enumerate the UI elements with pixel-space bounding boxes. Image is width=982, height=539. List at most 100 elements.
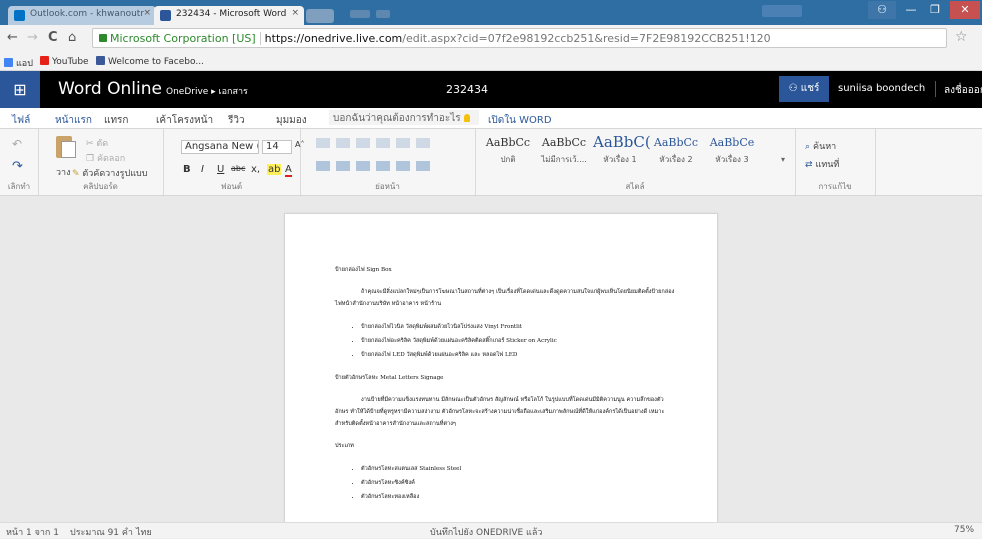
- style-heading-3[interactable]: AaBbCe หัวเรื่อง 3: [705, 136, 759, 166]
- italic-button[interactable]: I: [201, 164, 204, 175]
- certificate-owner[interactable]: Microsoft Corporation [US]: [110, 32, 261, 45]
- numbering-icon[interactable]: [336, 138, 350, 148]
- font-name-dropdown[interactable]: Angsana New (·: [181, 140, 259, 154]
- format-painter-button[interactable]: ✎ ตัวคัดวางรูปแบบ: [72, 166, 147, 180]
- style-normal[interactable]: AaBbCc ปกติ: [481, 136, 535, 166]
- style-heading-2[interactable]: AaBbCc หัวเรื่อง 2: [649, 136, 703, 166]
- group-label: สไตล์: [625, 182, 645, 191]
- tab-review[interactable]: รีวิว: [228, 113, 245, 128]
- lock-icon: [99, 34, 107, 42]
- redo-icon[interactable]: ↷: [12, 159, 23, 174]
- tell-me-search[interactable]: บอกฉันว่าคุณต้องการทำอะไร: [329, 110, 479, 125]
- close-window-button[interactable]: ✕: [950, 1, 980, 19]
- list-item: ป้ายกล่องไฟไวนิล วัสดุพิมพ์ผสมด้วยไวนิลโ…: [361, 320, 675, 334]
- copy-button[interactable]: ❐ คัดลอก: [86, 151, 125, 165]
- maximize-button[interactable]: ❐: [924, 1, 946, 19]
- bookmark-facebook[interactable]: Welcome to Facebo...: [96, 56, 204, 67]
- find-button[interactable]: ⌕ ค้นหา: [805, 139, 836, 153]
- bookmark-youtube[interactable]: YouTube: [40, 56, 89, 67]
- zoom-level[interactable]: 75%: [954, 525, 974, 535]
- ltr-icon[interactable]: [396, 138, 410, 148]
- minimize-button[interactable]: —: [900, 1, 922, 19]
- list-item: ตัวอักษรโลหะซิงค์ซิงค์: [361, 476, 675, 490]
- document-title[interactable]: 232434: [446, 83, 488, 96]
- line-spacing-icon[interactable]: [396, 161, 410, 171]
- paste-button[interactable]: วาง: [56, 165, 71, 179]
- blurred-tab: [376, 10, 390, 18]
- tab-title: Outlook.com - khwanoutr: [30, 9, 145, 19]
- increase-indent-icon[interactable]: [376, 138, 390, 148]
- new-tab-button[interactable]: [306, 9, 334, 23]
- justify-icon[interactable]: [376, 161, 390, 171]
- browser-tab-outlook[interactable]: Outlook.com - khwanoutr ×: [8, 6, 156, 25]
- doc-heading: ป้ายกล่องไฟ Sign Box: [335, 267, 392, 273]
- share-button[interactable]: ⚇ แชร์: [779, 76, 829, 102]
- replace-icon: ⇄: [805, 160, 813, 170]
- word-favicon-icon: [160, 10, 171, 21]
- tab-insert[interactable]: แทรก: [104, 113, 128, 128]
- style-heading-1[interactable]: AaBbC( หัวเรื่อง 1: [593, 133, 651, 166]
- tab-layout[interactable]: เค้าโครงหน้า: [156, 113, 213, 128]
- replace-button[interactable]: ⇄ แทนที่: [805, 157, 839, 171]
- style-name: หัวเรื่อง 3: [715, 155, 749, 164]
- app-launcher-icon[interactable]: ⊞: [0, 71, 40, 108]
- document-body[interactable]: ป้ายกล่องไฟ Sign Box ถ้าคุณจะมีสิ่งแปลกใ…: [335, 264, 675, 514]
- youtube-icon: [40, 56, 49, 65]
- styles-more-icon[interactable]: ▾: [781, 155, 785, 164]
- reload-icon[interactable]: C: [48, 30, 58, 45]
- back-icon[interactable]: ←: [7, 30, 18, 45]
- style-name: หัวเรื่อง 2: [659, 155, 693, 164]
- align-left-icon[interactable]: [316, 161, 330, 171]
- undo-icon[interactable]: ↶: [12, 137, 22, 151]
- bookmark-star-icon[interactable]: ☆: [955, 29, 968, 45]
- close-tab-icon[interactable]: ×: [143, 8, 151, 18]
- underline-button[interactable]: U: [217, 164, 224, 175]
- app-name[interactable]: Word Online: [58, 79, 162, 99]
- clipboard-group: วาง ✂ ตัด ❐ คัดลอก ✎ ตัวคัดวางรูปแบบ คลิ…: [38, 129, 164, 195]
- format-painter-label: ตัวคัดวางรูปแบบ: [82, 169, 148, 179]
- cut-button[interactable]: ✂ ตัด: [86, 136, 108, 150]
- style-name: ไม่มีการเว้....: [541, 155, 587, 164]
- subscript-button[interactable]: x,: [251, 164, 260, 175]
- sign-out-link[interactable]: ลงชื่อออก: [944, 83, 982, 98]
- open-in-word-button[interactable]: เปิดใน WORD: [488, 113, 552, 128]
- align-right-icon[interactable]: [356, 161, 370, 171]
- browser-tab-word[interactable]: 232434 - Microsoft Word ×: [154, 6, 304, 25]
- forward-icon[interactable]: →: [27, 30, 38, 45]
- tab-view[interactable]: มุมมอง: [276, 113, 307, 128]
- profile-name-blurred: [762, 5, 802, 17]
- tab-file[interactable]: ไฟล์: [12, 113, 30, 128]
- group-label: ฟอนต์: [220, 182, 243, 191]
- font-size-dropdown[interactable]: 14: [262, 140, 292, 154]
- brush-icon: ✎: [72, 169, 83, 179]
- copy-icon: ❐: [86, 154, 97, 164]
- font-color-button[interactable]: A: [285, 164, 292, 177]
- bookmark-apps[interactable]: แอป: [4, 56, 33, 70]
- user-name[interactable]: suniisa boondech: [838, 83, 925, 94]
- bold-button[interactable]: B: [183, 164, 191, 175]
- style-name: หัวเรื่อง 1: [603, 155, 637, 164]
- align-center-icon[interactable]: [336, 161, 350, 171]
- paste-icon[interactable]: [56, 136, 76, 158]
- style-no-spacing[interactable]: AaBbCc ไม่มีการเว้....: [537, 136, 591, 166]
- paragraph-options-icon[interactable]: [416, 161, 430, 171]
- home-icon[interactable]: ⌂: [68, 30, 76, 45]
- document-page[interactable]: ป้ายกล่องไฟ Sign Box ถ้าคุณจะมีสิ่งแปลกใ…: [284, 213, 718, 530]
- close-tab-icon[interactable]: ×: [291, 8, 299, 18]
- user-icon[interactable]: ⚇: [868, 1, 896, 19]
- doc-heading: ป้ายตัวอักษรโลหะ Metal Letters Signage: [335, 375, 444, 381]
- breadcrumb[interactable]: OneDrive ▸ เอกสาร: [166, 84, 248, 98]
- list-item: ป้ายกล่องไฟอะคริลิค วัสดุพิมพ์ด้วยแผ่นอะ…: [361, 334, 675, 348]
- highlight-button[interactable]: ab: [267, 164, 282, 175]
- document-canvas[interactable]: ป้ายกล่องไฟ Sign Box ถ้าคุณจะมีสิ่งแปลกใ…: [0, 196, 982, 530]
- copy-label: คัดลอก: [96, 154, 126, 164]
- status-bar: หน้า 1 จาก 1 ประมาณ 91 คำ ไทย บันทึกไปยั…: [0, 522, 982, 538]
- word-app-bar: ⊞ Word Online OneDrive ▸ เอกสาร 232434 ⚇…: [0, 71, 982, 108]
- blurred-tab: [350, 10, 370, 18]
- strikethrough-button[interactable]: abc: [231, 164, 245, 173]
- bullets-icon[interactable]: [316, 138, 330, 148]
- decrease-indent-icon[interactable]: [356, 138, 370, 148]
- url-input[interactable]: Microsoft Corporation [US] https://onedri…: [92, 28, 947, 48]
- rtl-icon[interactable]: [416, 138, 430, 148]
- apps-grid-icon: [4, 58, 13, 67]
